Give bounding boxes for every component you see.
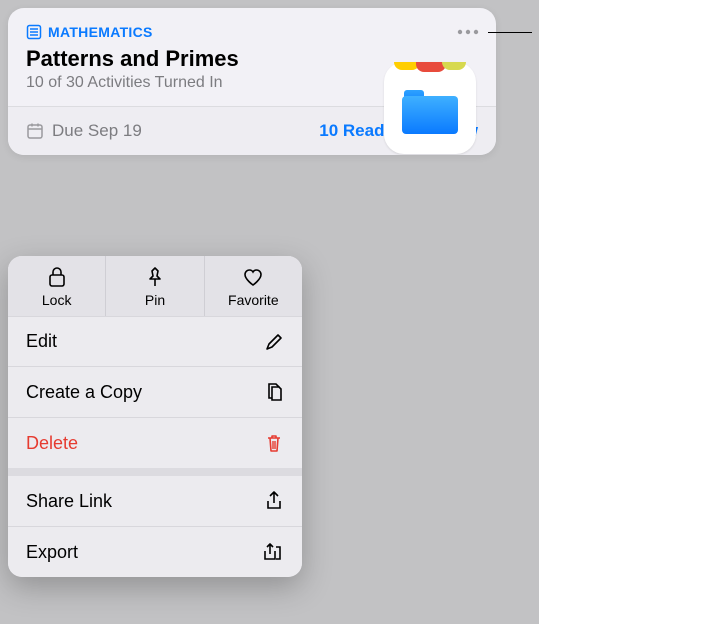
delete-menu-item[interactable]: Delete: [8, 417, 302, 468]
subject-label: MATHEMATICS: [48, 24, 153, 40]
assignment-card: MATHEMATICS Patterns and Primes 10 of 30…: [8, 8, 496, 155]
create-copy-menu-item[interactable]: Create a Copy: [8, 366, 302, 417]
create-copy-label: Create a Copy: [26, 382, 142, 403]
pin-label: Pin: [145, 292, 165, 308]
share-link-menu-item[interactable]: Share Link: [8, 468, 302, 526]
heart-icon: [242, 266, 264, 288]
callout-line: [488, 32, 532, 33]
folder-icon: [402, 90, 458, 134]
export-icon: [262, 541, 284, 563]
context-menu: Lock Pin Favorite Edit Create a Copy Del…: [8, 256, 302, 577]
delete-label: Delete: [26, 433, 78, 454]
lock-icon: [47, 266, 67, 288]
pin-button[interactable]: Pin: [105, 256, 203, 316]
favorite-label: Favorite: [228, 292, 279, 308]
card-header: MATHEMATICS Patterns and Primes 10 of 30…: [8, 8, 496, 106]
subject-row: MATHEMATICS: [26, 24, 478, 40]
copy-icon: [264, 381, 284, 403]
lock-button[interactable]: Lock: [8, 256, 105, 316]
lock-label: Lock: [42, 292, 72, 308]
pin-icon: [145, 266, 165, 288]
export-label: Export: [26, 542, 78, 563]
due-date: Due Sep 19: [26, 121, 142, 141]
ellipsis-icon: [457, 29, 479, 35]
favorite-button[interactable]: Favorite: [204, 256, 302, 316]
trash-icon: [264, 432, 284, 454]
more-button[interactable]: [454, 22, 482, 42]
pencil-icon: [264, 332, 284, 352]
edit-menu-item[interactable]: Edit: [8, 316, 302, 366]
edit-label: Edit: [26, 331, 57, 352]
files-app-icon: [384, 62, 476, 154]
due-date-label: Due Sep 19: [52, 121, 142, 141]
share-link-label: Share Link: [26, 491, 112, 512]
calendar-icon: [26, 122, 44, 140]
share-icon: [264, 490, 284, 512]
export-menu-item[interactable]: Export: [8, 526, 302, 577]
subject-icon: [26, 24, 42, 40]
context-menu-top-row: Lock Pin Favorite: [8, 256, 302, 316]
